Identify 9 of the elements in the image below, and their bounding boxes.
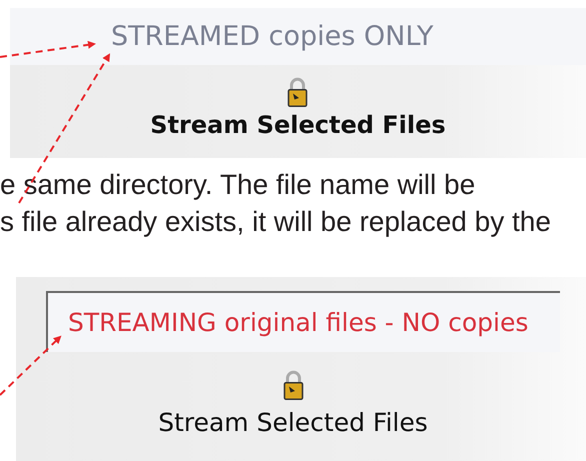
padlock-icon <box>282 370 304 400</box>
stream-button[interactable]: Stream Selected Files <box>150 77 446 140</box>
body-text: e same directory. The file name will be <box>0 168 476 202</box>
padlock-icon <box>287 77 308 107</box>
body-text: s file already exists, it will be replaced by the <box>0 205 552 239</box>
stream-button[interactable]: Stream Selected Files <box>158 370 428 438</box>
annotation-arrow <box>0 336 62 396</box>
status-field: STREAMING original files - NO copies <box>46 291 560 352</box>
status-field: STREAMED copies ONLY <box>10 8 586 65</box>
